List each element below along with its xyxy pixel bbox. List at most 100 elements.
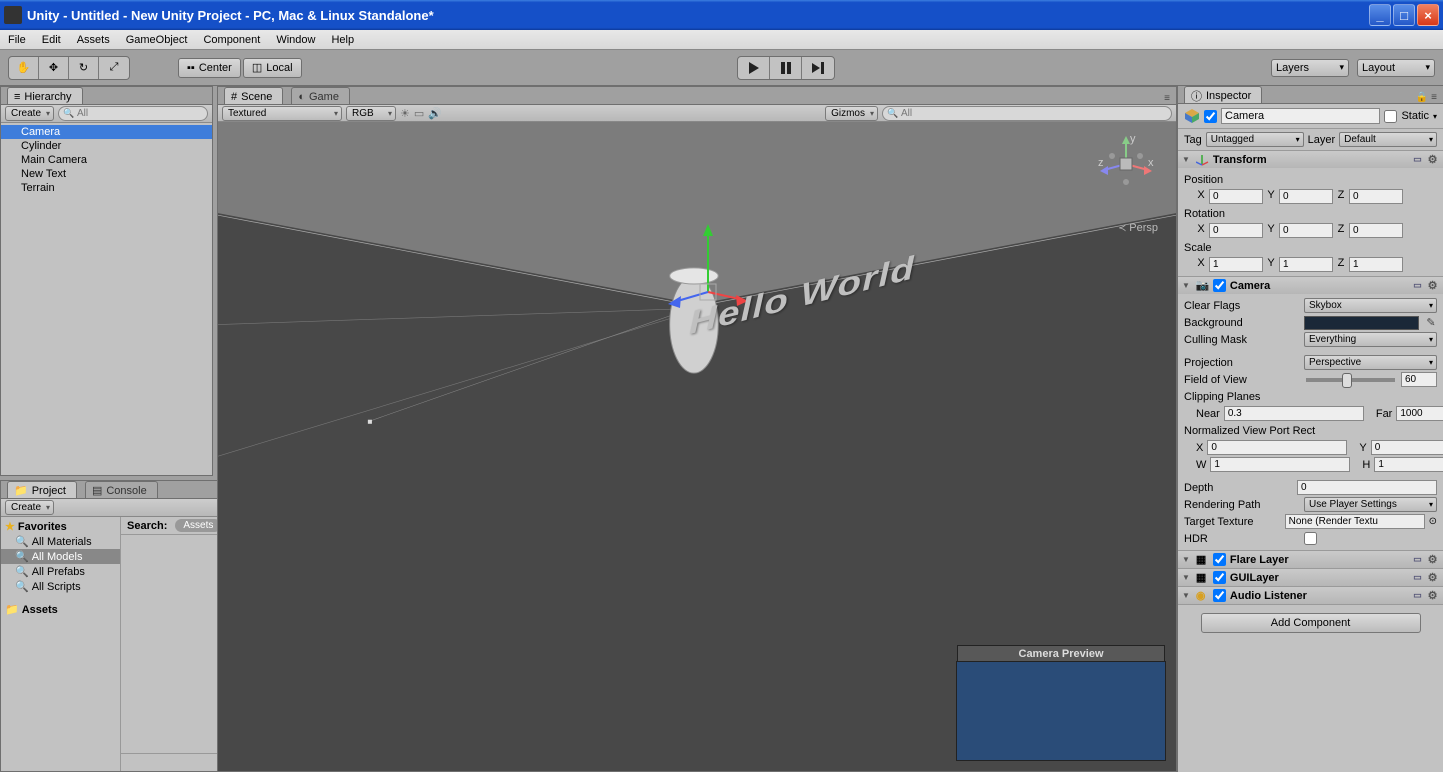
flarelayer-enabled[interactable] (1213, 553, 1226, 566)
add-component-button[interactable]: Add Component (1201, 613, 1421, 633)
move-tool[interactable]: ✥ (39, 57, 69, 79)
assets-header[interactable]: 📁Assets (1, 602, 120, 617)
menu-file[interactable]: File (0, 34, 34, 46)
menu-gameobject[interactable]: GameObject (118, 34, 196, 46)
favorite-item[interactable]: 🔍All Models (1, 549, 120, 564)
orientation-gizmo[interactable]: y x z (1096, 134, 1156, 194)
projection-dropdown[interactable]: Perspective (1304, 355, 1437, 370)
scene-view[interactable]: Hello World y x z ≺ Persp Camera Preview (218, 122, 1176, 771)
flarelayer-header[interactable]: ▦Flare Layer (1178, 551, 1443, 568)
tab-scene[interactable]: #Scene (224, 87, 283, 104)
static-dropdown-icon[interactable]: ▾ (1433, 112, 1437, 121)
layer-dropdown[interactable]: Default (1339, 132, 1437, 147)
hierarchy-search[interactable]: All (58, 106, 208, 121)
help-icon[interactable] (1411, 553, 1424, 566)
play-button[interactable] (738, 57, 770, 79)
viewport-h[interactable] (1374, 457, 1443, 472)
layers-dropdown[interactable]: Layers (1271, 59, 1349, 77)
handle-toggle[interactable]: ◫Local (243, 58, 302, 78)
rotation-y[interactable] (1279, 223, 1333, 238)
help-icon[interactable] (1411, 279, 1424, 292)
menu-window[interactable]: Window (268, 34, 323, 46)
target-picker-icon[interactable]: ⊙ (1429, 516, 1437, 527)
gameobject-name-field[interactable] (1221, 108, 1380, 124)
tab-inspector[interactable]: ⓘInspector (1184, 86, 1262, 103)
position-z[interactable] (1349, 189, 1403, 204)
gameobject-enabled[interactable] (1204, 110, 1217, 123)
hdr-checkbox[interactable] (1304, 532, 1317, 545)
minimize-button[interactable]: _ (1369, 4, 1391, 26)
hierarchy-item[interactable]: Cylinder (1, 139, 212, 153)
camera-enabled[interactable] (1213, 279, 1226, 292)
maximize-button[interactable]: □ (1393, 4, 1415, 26)
gear-icon[interactable] (1426, 153, 1439, 166)
shading-dropdown[interactable]: Textured (222, 106, 342, 121)
rotate-tool[interactable]: ↻ (69, 57, 99, 79)
depth-field[interactable] (1297, 480, 1437, 495)
menu-assets[interactable]: Assets (69, 34, 118, 46)
scene-light-toggle[interactable]: ☀ (400, 107, 410, 120)
hierarchy-item[interactable]: New Text (1, 167, 212, 181)
help-icon[interactable] (1411, 589, 1424, 602)
targettexture-field[interactable] (1285, 514, 1425, 529)
position-y[interactable] (1279, 189, 1333, 204)
audiolistener-enabled[interactable] (1213, 589, 1226, 602)
gear-icon[interactable] (1426, 553, 1439, 566)
transform-header[interactable]: Transform (1178, 151, 1443, 168)
inspector-lock[interactable]: 🔒 ≡ (1416, 92, 1437, 103)
panel-menu-icon[interactable]: ≡ (1164, 93, 1170, 104)
scene-search[interactable]: All (882, 106, 1172, 121)
layout-dropdown[interactable]: Layout (1357, 59, 1435, 77)
tab-game[interactable]: ◐Game (291, 87, 350, 104)
eyedropper-icon[interactable]: ✎ (1425, 316, 1437, 329)
pause-button[interactable] (770, 57, 802, 79)
fov-field[interactable] (1401, 372, 1437, 387)
menu-edit[interactable]: Edit (34, 34, 69, 46)
tab-hierarchy[interactable]: ≡Hierarchy (7, 87, 83, 104)
project-create-dropdown[interactable]: Create (5, 500, 54, 515)
favorite-item[interactable]: 🔍All Materials (1, 534, 120, 549)
scene-2d-toggle[interactable]: ▭ (414, 107, 424, 120)
tab-console[interactable]: ▤Console (85, 481, 158, 498)
help-icon[interactable] (1411, 571, 1424, 584)
viewport-w[interactable] (1210, 457, 1350, 472)
gear-icon[interactable] (1426, 589, 1439, 602)
favorites-header[interactable]: ★Favorites (1, 519, 120, 534)
camera-header[interactable]: 📷 Camera (1178, 277, 1443, 294)
close-button[interactable]: × (1417, 4, 1439, 26)
scale-x[interactable] (1209, 257, 1263, 272)
menu-component[interactable]: Component (195, 34, 268, 46)
fov-slider[interactable] (1306, 378, 1395, 382)
rotation-z[interactable] (1349, 223, 1403, 238)
viewport-y[interactable] (1371, 440, 1443, 455)
rendermode-dropdown[interactable]: RGB (346, 106, 396, 121)
clearflags-dropdown[interactable]: Skybox (1304, 298, 1437, 313)
gear-icon[interactable] (1426, 571, 1439, 584)
gear-icon[interactable] (1426, 279, 1439, 292)
help-icon[interactable] (1411, 153, 1424, 166)
rotation-x[interactable] (1209, 223, 1263, 238)
scale-y[interactable] (1279, 257, 1333, 272)
scene-audio-toggle[interactable]: 🔊 (428, 107, 442, 120)
guilayer-header[interactable]: ▦GUILayer (1178, 569, 1443, 586)
cullingmask-dropdown[interactable]: Everything (1304, 332, 1437, 347)
hierarchy-create-dropdown[interactable]: Create (5, 106, 54, 121)
guilayer-enabled[interactable] (1213, 571, 1226, 584)
hierarchy-item[interactable]: Terrain (1, 181, 212, 195)
step-button[interactable] (802, 57, 834, 79)
audiolistener-header[interactable]: ◉Audio Listener (1178, 587, 1443, 604)
favorite-item[interactable]: 🔍All Scripts (1, 579, 120, 594)
background-color[interactable] (1304, 316, 1419, 330)
viewport-x[interactable] (1207, 440, 1347, 455)
scale-z[interactable] (1349, 257, 1403, 272)
near-field[interactable] (1224, 406, 1364, 421)
hierarchy-item[interactable]: Main Camera (1, 153, 212, 167)
scale-tool[interactable]: ⤢ (99, 57, 129, 79)
static-checkbox[interactable] (1384, 110, 1397, 123)
menu-help[interactable]: Help (323, 34, 362, 46)
hand-tool[interactable]: ✋ (9, 57, 39, 79)
far-field[interactable] (1396, 406, 1443, 421)
hierarchy-item[interactable]: Camera (1, 125, 212, 139)
renderingpath-dropdown[interactable]: Use Player Settings (1304, 497, 1437, 512)
tag-dropdown[interactable]: Untagged (1206, 132, 1304, 147)
